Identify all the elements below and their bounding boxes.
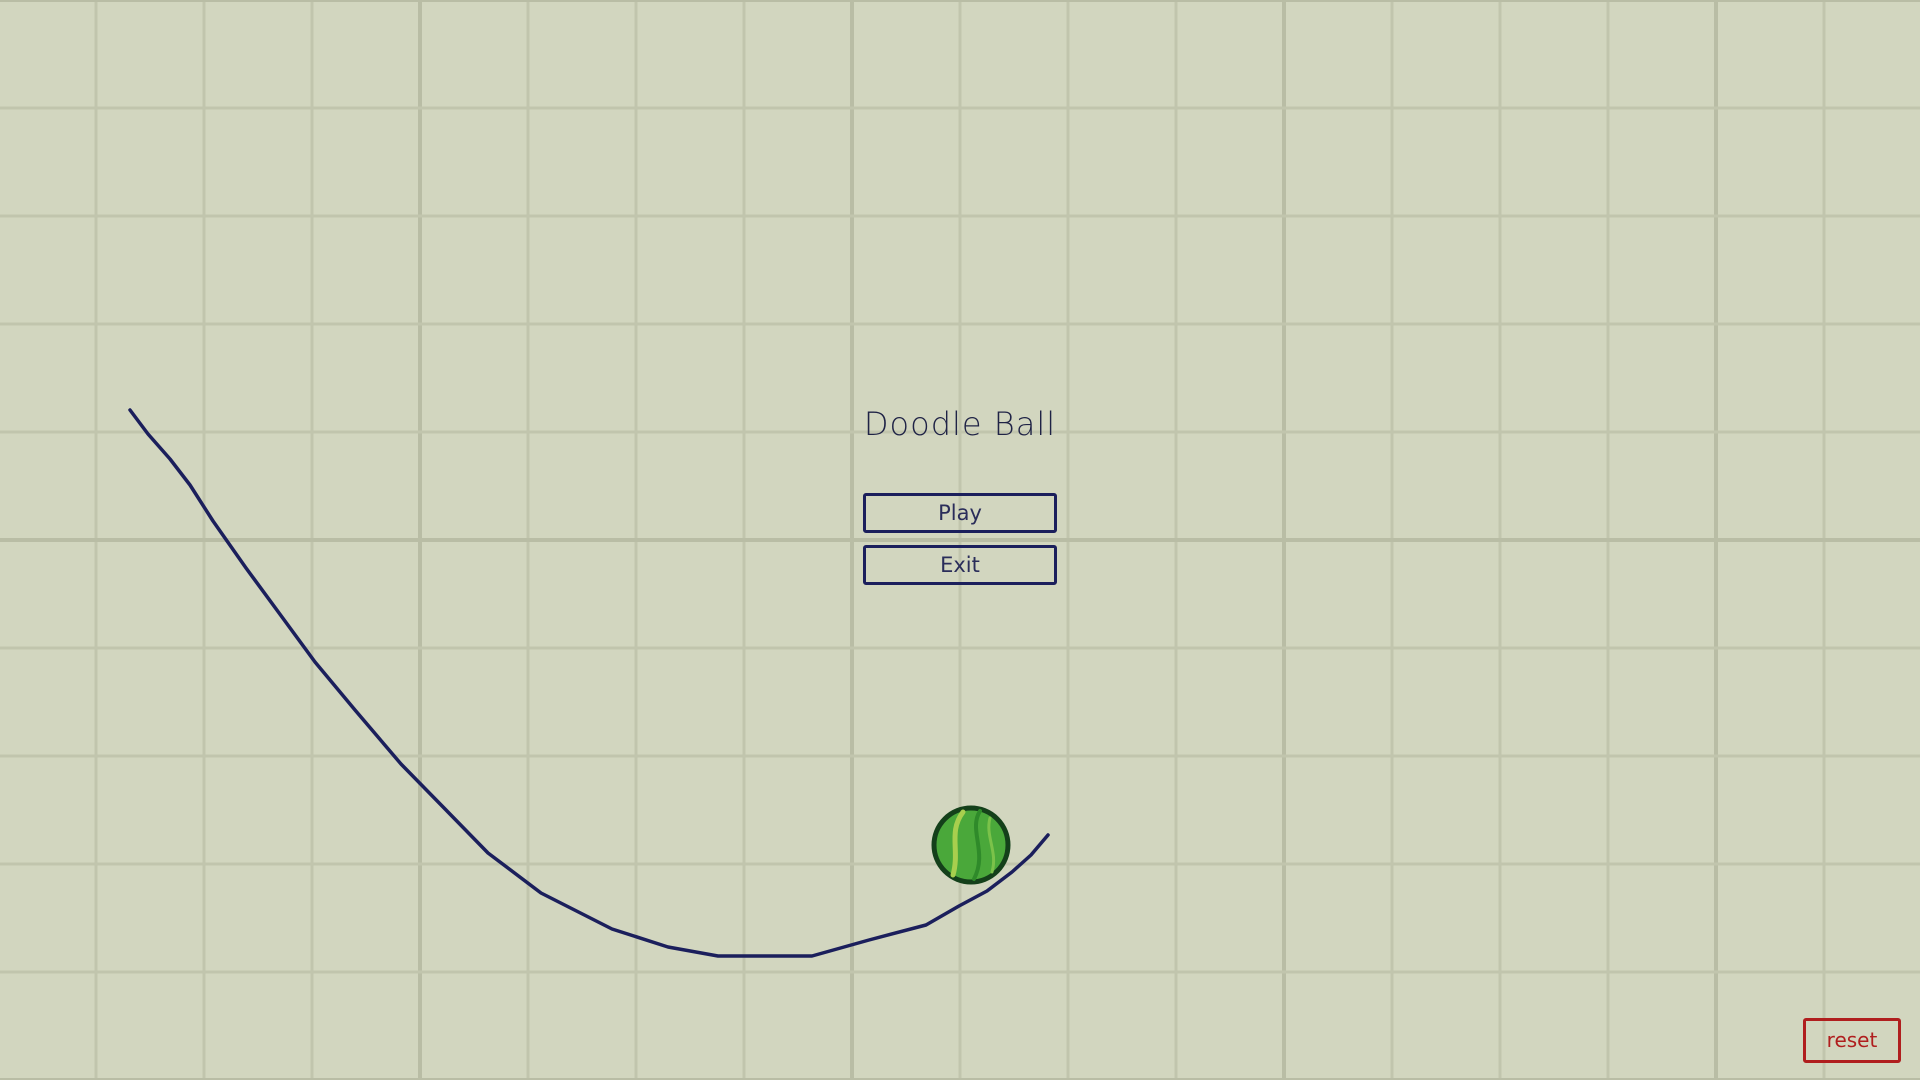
reset-button[interactable]: reset <box>1803 1018 1901 1063</box>
exit-button[interactable]: Exit <box>863 545 1057 585</box>
play-button[interactable]: Play <box>863 493 1057 533</box>
green-marble-ball-icon <box>931 805 1011 885</box>
drawing-layer[interactable] <box>0 0 1920 1080</box>
game-title: Doodle Ball <box>863 405 1057 443</box>
game-canvas[interactable]: Doodle Ball Play Exit reset <box>0 0 1920 1080</box>
drawn-line <box>128 408 1050 958</box>
